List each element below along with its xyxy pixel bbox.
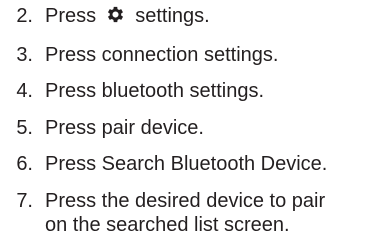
step-text: Press settings. xyxy=(45,4,210,28)
step-text: Press pair device. xyxy=(45,117,204,139)
step-text-before-icon: Press xyxy=(45,5,102,27)
step-text: Press the desired device to pair on the … xyxy=(45,189,325,237)
step-text-after-icon: settings. xyxy=(129,5,210,27)
step-text-line-1: Press the desired device to pair xyxy=(45,190,326,212)
step-number: 2. xyxy=(16,5,33,27)
step-3: 3. Press connection settings. xyxy=(0,43,278,67)
step-text: Press connection settings. xyxy=(45,44,279,66)
step-6: 6. Press Search Bluetooth Device. xyxy=(0,152,327,176)
gear-icon xyxy=(105,4,126,25)
step-text: Press Search Bluetooth Device. xyxy=(45,153,328,175)
step-number: 7. xyxy=(16,190,33,212)
step-4: 4. Press bluetooth settings. xyxy=(0,79,264,103)
step-text: Press bluetooth settings. xyxy=(45,80,265,102)
step-number: 5. xyxy=(16,117,33,139)
step-number: 3. xyxy=(16,44,33,66)
step-text-line-2: on the searched list screen. xyxy=(45,214,290,236)
step-number: 6. xyxy=(16,153,33,175)
step-5: 5. Press pair device. xyxy=(0,116,204,140)
step-number: 4. xyxy=(16,80,33,102)
step-2: 2. Press settings. xyxy=(0,4,210,28)
step-7: 7. Press the desired device to pair on t… xyxy=(0,189,325,237)
